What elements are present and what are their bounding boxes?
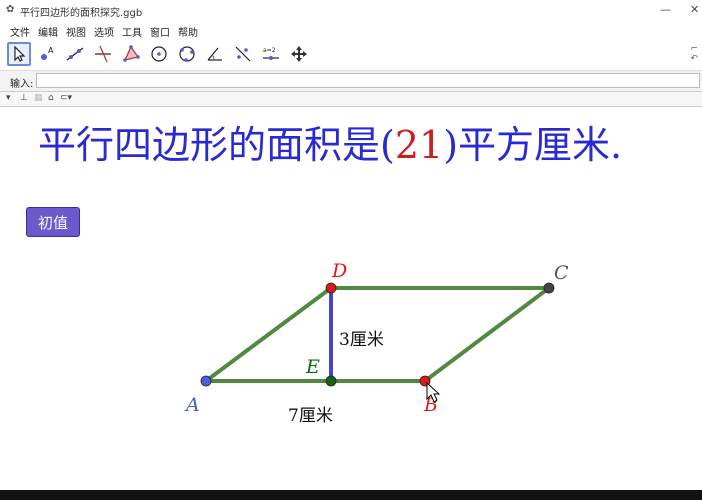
menu-edit[interactable]: 编辑 bbox=[38, 24, 58, 39]
minimize-button[interactable]: — bbox=[660, 3, 671, 16]
polygon-tool-icon[interactable] bbox=[119, 42, 143, 66]
input-label: 输入: bbox=[10, 79, 34, 90]
segment-cb[interactable] bbox=[423, 286, 551, 383]
slider-tool-label: a=2 bbox=[263, 47, 276, 54]
angle-tool-icon[interactable] bbox=[203, 42, 227, 66]
graphics-style-bar: ▾ ⊥ ▦ ⌂ ⊂▾ bbox=[0, 92, 702, 107]
label-a: A bbox=[184, 394, 200, 416]
label-c: C bbox=[554, 262, 569, 284]
circle-center-tool-icon[interactable] bbox=[147, 42, 171, 66]
label-d: D bbox=[331, 260, 347, 282]
menu-file[interactable]: 文件 bbox=[10, 24, 30, 39]
geogebra-icon: ✿ bbox=[6, 4, 15, 15]
reflect-tool-icon[interactable] bbox=[231, 42, 255, 66]
input-bar: 输入: bbox=[0, 71, 702, 92]
title-bar: ✿ 平行四边形的面积探究.ggb — ✕ bbox=[0, 0, 702, 23]
window-title: 平行四边形的面积探究.ggb bbox=[20, 8, 143, 19]
toolbar-right-controls[interactable]: ⌐ ↶ bbox=[690, 44, 698, 64]
menu-options[interactable]: 选项 bbox=[94, 24, 114, 39]
screen-bezel bbox=[0, 490, 702, 500]
label-e: E bbox=[305, 356, 320, 378]
point-c[interactable] bbox=[543, 282, 555, 294]
base-label: 7厘米 bbox=[288, 406, 333, 426]
line-tool-icon[interactable] bbox=[63, 42, 87, 66]
move-view-tool-icon[interactable] bbox=[287, 42, 311, 66]
close-button[interactable]: ✕ bbox=[690, 3, 699, 16]
point-tool-icon[interactable]: A bbox=[35, 42, 59, 66]
geogebra-window: ✿ 平行四边形的面积探究.ggb — ✕ 文件 编辑 视图 选项 工具 窗口 帮… bbox=[0, 0, 702, 500]
slider-tool-icon[interactable]: a=2 bbox=[259, 42, 283, 66]
height-label: 3厘米 bbox=[339, 330, 384, 350]
home-view-icon[interactable]: ⌂ bbox=[48, 93, 54, 103]
style-bar-toggle-icon[interactable]: ▾ bbox=[6, 93, 11, 103]
grid-toggle-icon[interactable]: ▦ bbox=[34, 93, 43, 103]
svg-text:A: A bbox=[48, 46, 54, 55]
menu-window[interactable]: 窗口 bbox=[150, 24, 170, 39]
point-capture-icon[interactable]: ⊂▾ bbox=[60, 93, 72, 103]
parallelogram-drawing: A B C D E 3厘米 7厘米 bbox=[184, 260, 569, 426]
point-a[interactable] bbox=[200, 375, 212, 387]
menu-view[interactable]: 视图 bbox=[66, 24, 86, 39]
graphics-view[interactable]: 平行四边形的面积是(21)平方厘米. 初值 A B C D E 3厘米 7厘米 bbox=[0, 107, 702, 490]
axes-toggle-icon[interactable]: ⊥ bbox=[20, 93, 28, 103]
point-e[interactable] bbox=[325, 375, 337, 387]
perpendicular-tool-icon[interactable] bbox=[91, 42, 115, 66]
move-tool-icon[interactable] bbox=[7, 42, 31, 66]
menu-bar: 文件 编辑 视图 选项 工具 窗口 帮助 bbox=[0, 22, 702, 39]
point-d[interactable] bbox=[325, 282, 337, 294]
menu-tools[interactable]: 工具 bbox=[122, 24, 142, 39]
toolbar: A a=2 bbox=[0, 40, 702, 71]
circle-three-points-tool-icon[interactable] bbox=[175, 42, 199, 66]
input-field[interactable] bbox=[36, 73, 700, 88]
menu-help[interactable]: 帮助 bbox=[178, 24, 198, 39]
